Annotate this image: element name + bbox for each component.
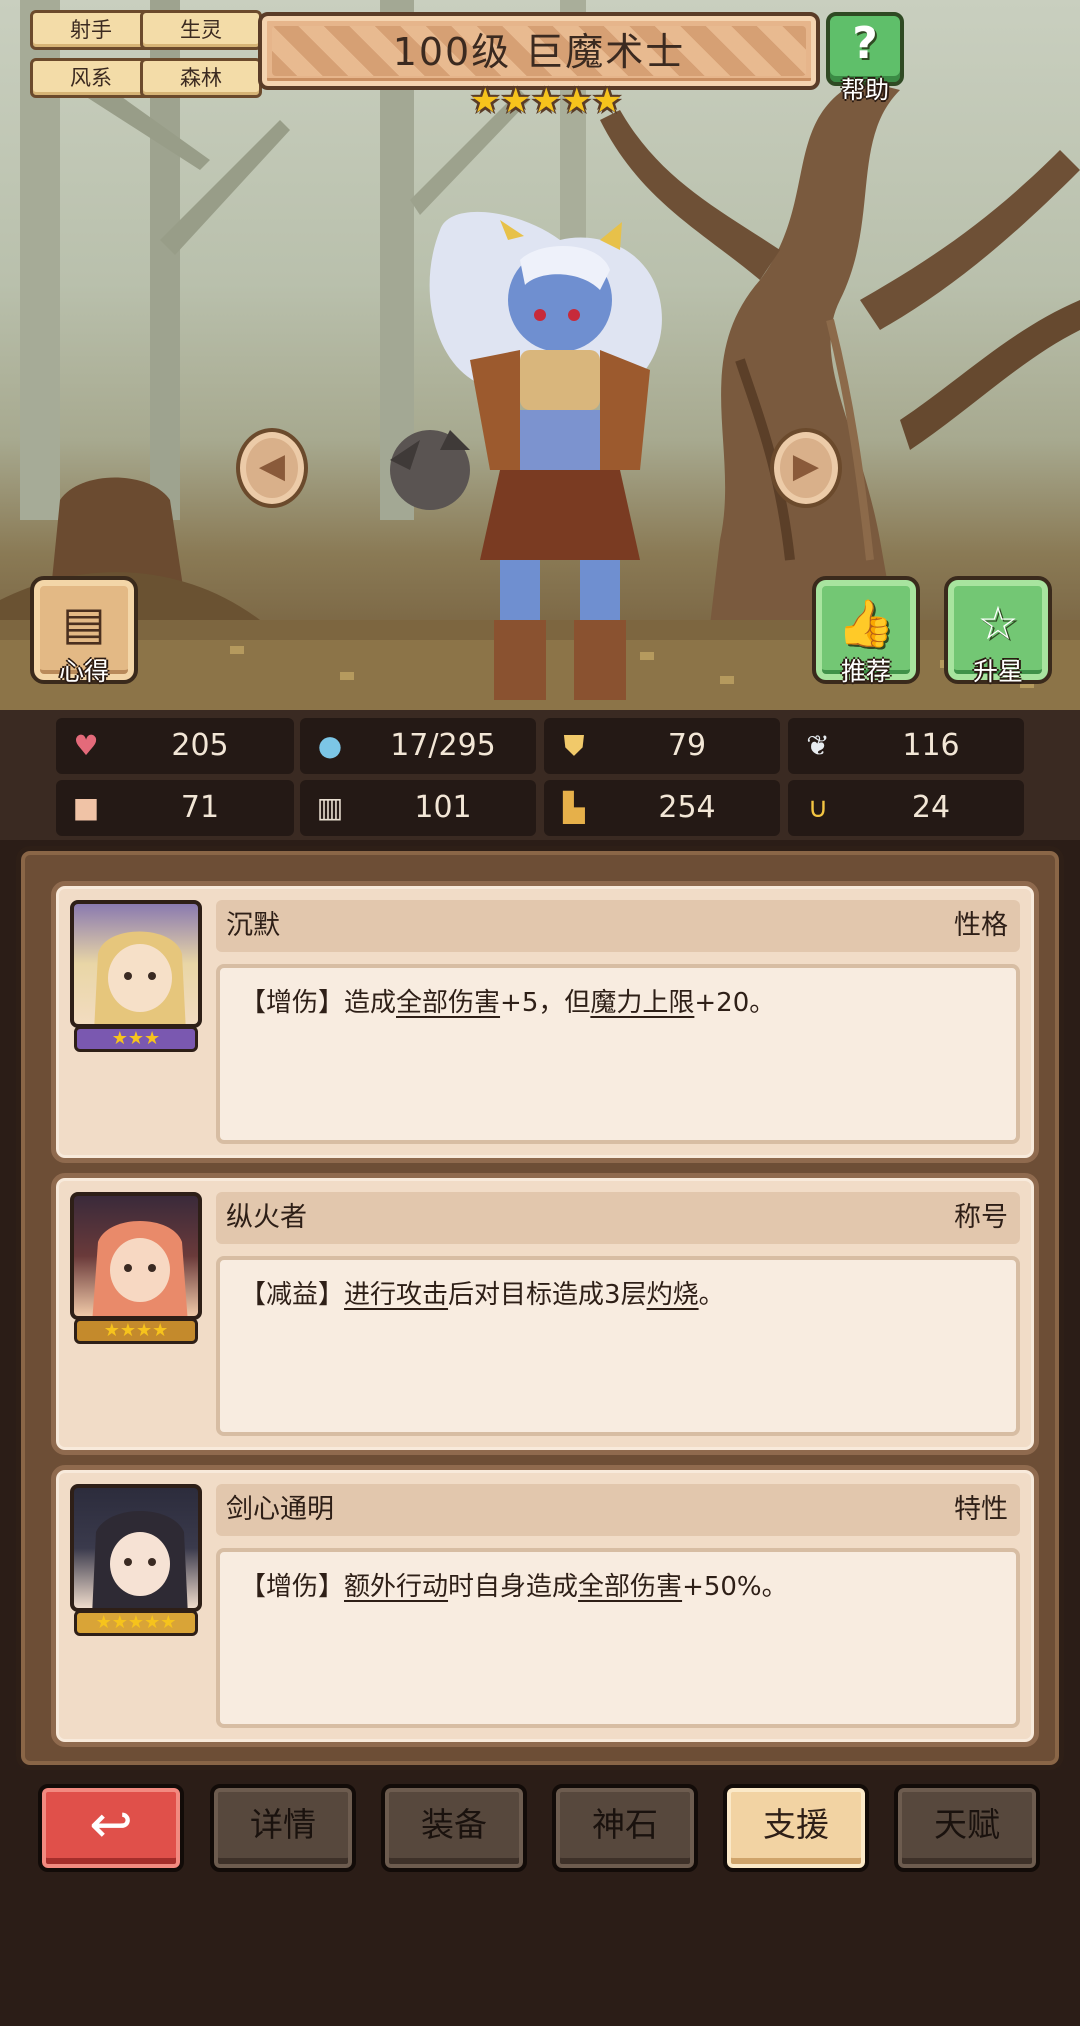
keyword-link[interactable]: 魔力上限	[590, 988, 694, 1018]
desc-text: 后对目标造成3层	[448, 1280, 647, 1310]
hero-star-rating: ★★★★★	[470, 81, 623, 121]
stat-mana: ● 17/295	[300, 718, 536, 774]
support-card[interactable]: ★★★ 沉默 性格 【增伤】造成全部伤害+5，但魔力上限+20。	[51, 881, 1039, 1163]
desc-text: +5，但	[500, 988, 591, 1018]
tab-godstone[interactable]: 神石	[552, 1784, 698, 1872]
card-header: 剑心通明 特性	[216, 1484, 1020, 1536]
stat-value: 254	[658, 790, 716, 825]
hero-title-plate: 100级 巨魔术士	[258, 12, 820, 90]
stat-value: 79	[667, 728, 707, 763]
tab-details[interactable]: 详情	[210, 1784, 356, 1872]
keyword-link[interactable]: 全部伤害	[396, 988, 500, 1018]
support-card[interactable]: ★★★★ 纵火者 称号 【减益】进行攻击后对目标造成3层灼烧。	[51, 1173, 1039, 1455]
thumbs-up-icon: 👍	[837, 596, 895, 650]
help-label: 帮助	[841, 76, 889, 104]
support-portrait	[70, 900, 202, 1028]
stat-armor: ⛊ 79	[544, 718, 780, 774]
upstar-label: 升星	[972, 657, 1023, 686]
stat-value: 101	[414, 790, 472, 825]
wing-icon: ❦	[806, 729, 830, 762]
desc-text: 【增伤】	[240, 1572, 345, 1602]
support-description: 【增伤】额外行动时自身造成全部伤害+50%。	[216, 1548, 1020, 1728]
recommend-label: 推荐	[840, 657, 891, 686]
tab-talent[interactable]: 天赋	[894, 1784, 1040, 1872]
next-hero-button[interactable]: ▶	[770, 428, 842, 508]
mana-drop-icon: ●	[317, 729, 343, 762]
tag-habitat: 森林	[140, 58, 262, 98]
question-icon: ?	[852, 18, 878, 69]
boot-icon: ▙	[563, 791, 585, 824]
hero-scene: 射手 生灵 风系 森林 100级 巨魔术士 ★★★★★ ? 帮助 ◀ ▶ ▤ 心…	[0, 0, 1080, 710]
horseshoe-icon: ∪	[807, 791, 829, 824]
desc-text: 【增伤】造成	[240, 988, 397, 1018]
keyword-link[interactable]: 灼烧	[647, 1280, 699, 1310]
support-name: 沉默	[226, 910, 280, 941]
tag-race: 生灵	[140, 10, 262, 50]
desc-text: 。	[698, 1280, 725, 1310]
support-name: 剑心通明	[226, 1494, 334, 1525]
stat-value: 71	[180, 790, 220, 825]
arrow-right-icon: ▶	[792, 446, 820, 486]
desc-text: +20。	[694, 988, 776, 1018]
support-type: 特性	[954, 1494, 1008, 1525]
support-description: 【减益】进行攻击后对目标造成3层灼烧。	[216, 1256, 1020, 1436]
shield-icon: ⛊	[563, 729, 585, 762]
arrow-left-icon: ◀	[258, 446, 286, 486]
stat-strength: ■ 71	[56, 780, 294, 836]
stats-bar: ♥ 205 ● 17/295 ⛊ 79 ❦ 116 ■ 71 ▥ 101 ▙ 2…	[0, 710, 1080, 840]
keyword-link[interactable]: 全部伤害	[578, 1572, 682, 1602]
card-header: 纵火者 称号	[216, 1192, 1020, 1244]
stat-value: 205	[171, 728, 229, 763]
stat-value: 116	[902, 728, 960, 763]
support-type: 性格	[954, 910, 1008, 941]
support-portrait	[70, 1484, 202, 1612]
keyword-link[interactable]: 额外行动	[344, 1572, 448, 1602]
back-button[interactable]: ↩	[38, 1784, 184, 1872]
notes-label: 心得	[58, 657, 109, 686]
support-card[interactable]: ★★★★★ 剑心通明 特性 【增伤】额外行动时自身造成全部伤害+50%。	[51, 1465, 1039, 1747]
support-panel: ★★★ 沉默 性格 【增伤】造成全部伤害+5，但魔力上限+20。 ★★★★ 纵火…	[16, 846, 1064, 1770]
fist-icon: ■	[72, 791, 100, 824]
stat-intellect: ▥ 101	[300, 780, 536, 836]
return-arrow-icon: ↩	[89, 1795, 133, 1855]
card-header: 沉默 性格	[216, 900, 1020, 952]
rarity-stars: ★★★	[74, 1026, 198, 1052]
support-type: 称号	[954, 1202, 1008, 1233]
tab-support[interactable]: 支援	[723, 1784, 869, 1872]
stat-agility: ▙ 254	[544, 780, 780, 836]
star-icon: ☆	[977, 596, 1019, 650]
keyword-link[interactable]: 进行攻击	[344, 1280, 448, 1310]
book-icon: ▥	[316, 791, 344, 824]
desc-text: +50%。	[682, 1572, 788, 1602]
notebook-icon: ▤	[62, 596, 106, 650]
prev-hero-button[interactable]: ◀	[236, 428, 308, 508]
stat-luck: ∪ 24	[788, 780, 1024, 836]
stat-value: 17/295	[390, 728, 496, 763]
rarity-stars: ★★★★	[74, 1318, 198, 1344]
stat-hp: ♥ 205	[56, 718, 294, 774]
support-description: 【增伤】造成全部伤害+5，但魔力上限+20。	[216, 964, 1020, 1144]
tag-element: 风系	[30, 58, 152, 98]
desc-text: 【减益】	[240, 1280, 345, 1310]
rarity-stars: ★★★★★	[74, 1610, 198, 1636]
support-portrait	[70, 1192, 202, 1320]
heart-icon: ♥	[73, 729, 99, 762]
tag-class: 射手	[30, 10, 152, 50]
tab-equipment[interactable]: 装备	[381, 1784, 527, 1872]
stat-value: 24	[911, 790, 951, 825]
support-name: 纵火者	[226, 1202, 307, 1233]
desc-text: 时自身造成	[448, 1572, 579, 1602]
stat-speed: ❦ 116	[788, 718, 1024, 774]
bottom-nav: ↩ 详情 装备 神石 支援 天赋	[0, 1776, 1080, 2026]
